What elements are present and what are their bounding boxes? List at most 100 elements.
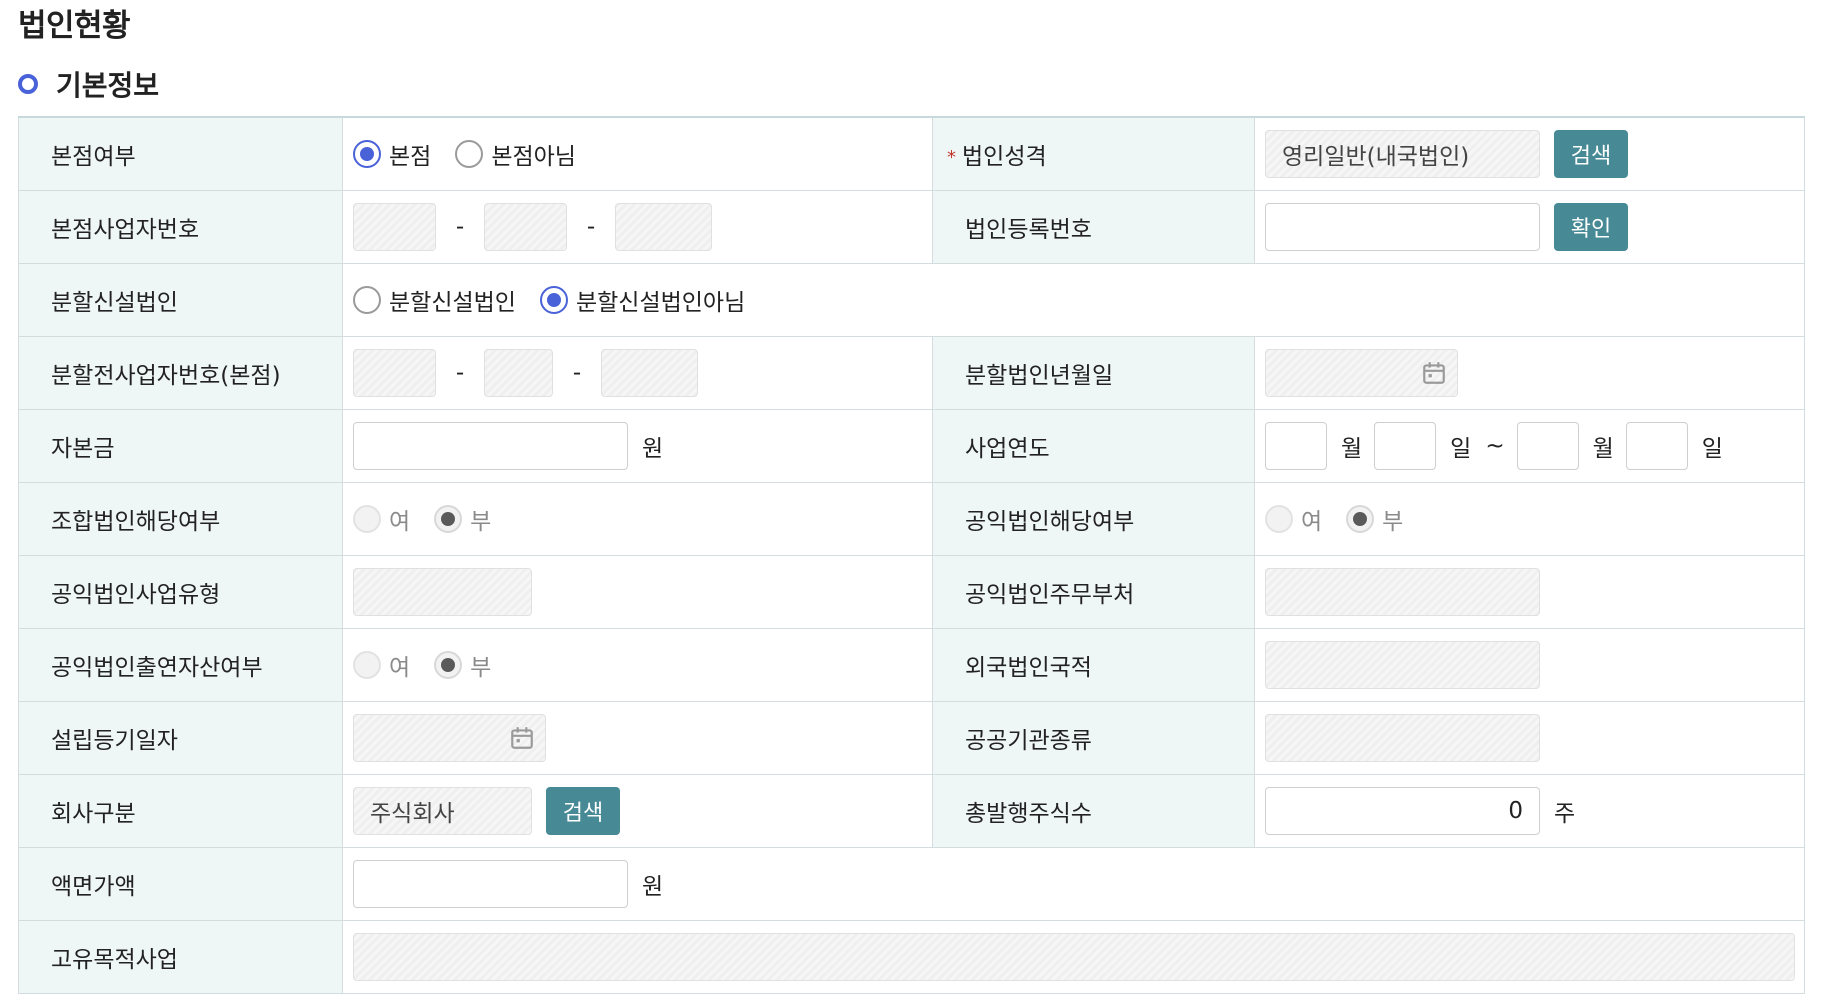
radio-selected-icon[interactable] xyxy=(539,286,568,314)
form-row: 본점사업자번호 - - 법인등록번호 확인 xyxy=(18,190,1805,264)
calendar-icon[interactable] xyxy=(1421,360,1447,386)
company-type-field: 주식회사 xyxy=(353,787,532,835)
label-corp-type: * 법인성격 xyxy=(932,116,1255,191)
label-est-date: 설립등기일자 xyxy=(18,701,343,775)
public-inst-field xyxy=(1265,714,1540,762)
label-public-corp: 공익법인해당여부 xyxy=(932,482,1255,556)
label-total-shares: 총발행주식수 xyxy=(932,774,1255,848)
radio-disabled-selected-icon[interactable] xyxy=(1346,505,1375,533)
radio-split-no[interactable]: 분할신설법인아님 xyxy=(539,283,745,317)
radio-disabled-icon[interactable] xyxy=(353,505,381,533)
form-row: 분할신설법인 분할신설법인 분할신설법인아님 xyxy=(18,263,1805,337)
radio-disabled-selected-icon[interactable] xyxy=(434,651,463,679)
radio-coop-yes[interactable]: 여 xyxy=(353,502,410,536)
radio-public-no[interactable]: 부 xyxy=(1346,502,1403,536)
form-row: 자본금 원 사업연도 월 일 ~ 월 일 xyxy=(18,409,1805,483)
label-unique-biz: 고유목적사업 xyxy=(18,920,343,994)
page-title: 법인현황 xyxy=(18,8,131,44)
section-title: 기본정보 xyxy=(18,66,1804,102)
pre-split-biz-no-part2 xyxy=(484,349,553,397)
form-row: 설립등기일자 공공기관종류 xyxy=(18,701,1805,775)
unit-day: 일 xyxy=(1701,436,1723,462)
radio-public-yes[interactable]: 여 xyxy=(1265,502,1322,536)
radio-disabled-icon[interactable] xyxy=(353,651,381,679)
label-public-asset: 공익법인출연자산여부 xyxy=(18,628,343,702)
corp-type-search-button[interactable]: 검색 xyxy=(1554,130,1628,178)
fiscal-end-month-input[interactable] xyxy=(1516,422,1579,470)
company-type-search-button[interactable]: 검색 xyxy=(546,787,620,835)
radio-asset-no[interactable]: 부 xyxy=(434,648,491,682)
page: 법인현황 기본정보 본점여부 본점 본점아님 * 법인성격 영리일반(내국법인)… xyxy=(0,0,1822,994)
unit-month: 월 xyxy=(1592,436,1614,462)
label-corp-reg-no: 법인등록번호 xyxy=(932,190,1255,264)
circle-bullet-icon xyxy=(18,74,38,94)
form-row: 본점여부 본점 본점아님 * 법인성격 영리일반(내국법인) 검색 xyxy=(18,116,1805,191)
total-shares-input[interactable]: 0 xyxy=(1265,787,1540,835)
radio-unselected-icon[interactable] xyxy=(353,286,381,314)
foreign-nat-field xyxy=(1265,641,1540,689)
unit-day: 일 xyxy=(1450,436,1472,462)
radio-split-yes[interactable]: 분할신설법인 xyxy=(353,283,516,317)
unit-shares: 주 xyxy=(1554,801,1576,827)
section-title-text: 기본정보 xyxy=(56,69,160,102)
unique-biz-field xyxy=(353,933,1795,981)
corp-info-form: 본점여부 본점 본점아님 * 법인성격 영리일반(내국법인) 검색 본점사업자번… xyxy=(18,116,1805,994)
capital-input[interactable] xyxy=(353,422,628,470)
radio-asset-yes[interactable]: 여 xyxy=(353,648,410,682)
fiscal-start-day-input[interactable] xyxy=(1374,422,1437,470)
label-split-corp: 분할신설법인 xyxy=(18,263,343,337)
unit-month: 월 xyxy=(1341,436,1363,462)
label-fiscal-year: 사업연도 xyxy=(932,409,1255,483)
label-company-type: 회사구분 xyxy=(18,774,343,848)
form-row: 공익법인사업유형 공익법인주무부처 xyxy=(18,555,1805,629)
radio-head-office-yes[interactable]: 본점 xyxy=(353,137,431,171)
public-biz-type-select xyxy=(353,568,532,616)
label-coop-corp: 조합법인해당여부 xyxy=(18,482,343,556)
calendar-icon[interactable] xyxy=(509,725,535,751)
split-date-field xyxy=(1265,349,1458,397)
dash-separator: - xyxy=(455,214,465,240)
corp-reg-no-input[interactable] xyxy=(1265,203,1540,251)
dash-separator: - xyxy=(572,360,582,386)
head-biz-no-part3 xyxy=(615,203,712,251)
est-date-field xyxy=(353,714,546,762)
fiscal-start-month-input[interactable] xyxy=(1265,422,1327,470)
form-row: 분할전사업자번호(본점) - - 분할법인년월일 xyxy=(18,336,1805,410)
radio-head-office-no[interactable]: 본점아님 xyxy=(455,137,576,171)
label-public-biz-type: 공익법인사업유형 xyxy=(18,555,343,629)
form-row: 고유목적사업 xyxy=(18,920,1805,994)
label-public-ministry: 공익법인주무부처 xyxy=(932,555,1255,629)
unit-won: 원 xyxy=(642,436,664,462)
label-foreign-nat: 외국법인국적 xyxy=(932,628,1255,702)
corp-reg-no-confirm-button[interactable]: 확인 xyxy=(1554,203,1628,251)
tilde-separator: ~ xyxy=(1485,433,1505,459)
head-biz-no-part1 xyxy=(353,203,436,251)
radio-unselected-icon[interactable] xyxy=(455,140,484,168)
dash-separator: - xyxy=(455,360,465,386)
label-par-value: 액면가액 xyxy=(18,847,343,921)
dash-separator: - xyxy=(586,214,596,240)
radio-disabled-selected-icon[interactable] xyxy=(434,505,463,533)
public-ministry-field xyxy=(1265,568,1540,616)
head-biz-no-part2 xyxy=(484,203,567,251)
label-head-office: 본점여부 xyxy=(18,116,343,191)
fiscal-end-day-input[interactable] xyxy=(1625,422,1688,470)
required-mark: * xyxy=(947,147,956,168)
form-row: 회사구분 주식회사 검색 총발행주식수 0 주 xyxy=(18,774,1805,848)
label-split-date: 분할법인년월일 xyxy=(932,336,1255,410)
unit-won: 원 xyxy=(642,874,664,900)
pre-split-biz-no-part1 xyxy=(353,349,436,397)
par-value-input[interactable] xyxy=(353,860,628,908)
corp-type-field: 영리일반(내국법인) xyxy=(1265,130,1540,178)
label-pre-split-biz-no: 분할전사업자번호(본점) xyxy=(18,336,343,410)
label-head-biz-no: 본점사업자번호 xyxy=(18,190,343,264)
form-row: 조합법인해당여부 여 부 공익법인해당여부 여 부 xyxy=(18,482,1805,556)
label-public-inst: 공공기관종류 xyxy=(932,701,1255,775)
radio-selected-icon[interactable] xyxy=(353,140,381,168)
radio-disabled-icon[interactable] xyxy=(1265,505,1293,533)
form-row: 공익법인출연자산여부 여 부 외국법인국적 xyxy=(18,628,1805,702)
label-capital: 자본금 xyxy=(18,409,343,483)
pre-split-biz-no-part3 xyxy=(601,349,698,397)
form-row: 액면가액 원 xyxy=(18,847,1805,921)
radio-coop-no[interactable]: 부 xyxy=(434,502,491,536)
